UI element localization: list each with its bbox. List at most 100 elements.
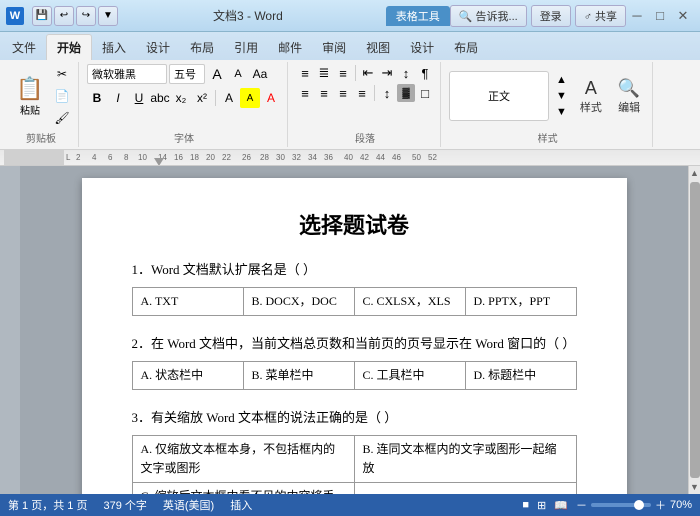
view-normal-button[interactable]: ■ (522, 499, 529, 511)
ruler-num: 6 (108, 153, 112, 162)
status-bar: 第 1 页，共 1 页 379 个字 英语(美国) 插入 ■ ⊞ 📖 － ＋ 7… (0, 494, 700, 516)
vertical-scrollbar[interactable]: ▲ ▼ (688, 166, 700, 494)
styles-pane-button[interactable]: A 样式 (574, 71, 608, 121)
show-marks-button[interactable]: ¶ (416, 64, 434, 82)
tab-layout2[interactable]: 布局 (444, 35, 488, 60)
scroll-thumb[interactable] (690, 182, 700, 478)
ruler-left-margin (4, 150, 64, 165)
font-name-row: 微软雅黑 五号 A A Aa (87, 64, 281, 84)
tab-home[interactable]: 开始 (46, 34, 92, 60)
undo-button[interactable]: ↩ (54, 6, 74, 26)
justify-button[interactable]: ≡ (353, 84, 371, 102)
font-name-input[interactable]: 微软雅黑 (87, 64, 167, 84)
view-web-button[interactable]: ⊞ (537, 499, 546, 512)
zoom-level[interactable]: 70% (670, 499, 692, 511)
bullets-button[interactable]: ≡ (296, 64, 314, 82)
tab-design2[interactable]: 设计 (400, 35, 444, 60)
strikethrough-button[interactable]: abc (150, 88, 170, 108)
decrease-indent-button[interactable]: ⇤ (359, 64, 377, 82)
sort-button[interactable]: ↕ (397, 64, 415, 82)
highlight-button[interactable]: A (240, 88, 260, 108)
save-button[interactable]: 💾 (32, 6, 52, 26)
table-row: C. 缩放后文本框中看不见的内容将丢失 D. 当文本框为固定时将一起缩放 (132, 483, 576, 494)
para-row-2: ≡ ≡ ≡ ≡ ↕ ▓ □ (296, 84, 434, 102)
paste-button[interactable]: 📋 粘贴 (10, 70, 50, 122)
numbering-button[interactable]: ≣ (315, 64, 333, 82)
multilevel-button[interactable]: ≡ (334, 64, 352, 82)
q1-options-table: A. TXT B. DOCX，DOC C. CXLSX，XLS D. PPTX，… (132, 287, 577, 316)
font-grow-button[interactable]: A (207, 64, 227, 84)
paragraph-group: ≡ ≣ ≡ ⇤ ⇥ ↕ ¶ ≡ ≡ ≡ ≡ ↕ ▓ □ (290, 62, 441, 147)
tab-insert[interactable]: 插入 (92, 35, 136, 60)
left-scroll-area (0, 166, 20, 494)
font-size-input[interactable]: 五号 (169, 64, 205, 84)
subscript-button[interactable]: x₂ (171, 88, 191, 108)
share-button[interactable]: ♂ 共享 (575, 5, 626, 27)
tab-mailings[interactable]: 邮件 (268, 35, 312, 60)
tab-references[interactable]: 引用 (224, 35, 268, 60)
copy-button[interactable]: 📄 (52, 86, 72, 106)
zoom-in-button[interactable]: ＋ (655, 497, 666, 513)
view-read-button[interactable]: 📖 (554, 499, 568, 512)
table-row: A. TXT B. DOCX，DOC C. CXLSX，XLS D. PPTX，… (132, 287, 576, 315)
line-spacing-button[interactable]: ↕ (378, 84, 396, 102)
zoom-out-button[interactable]: － (576, 497, 587, 513)
customize-button[interactable]: ▼ (98, 6, 118, 26)
scroll-down-button[interactable]: ▼ (689, 480, 700, 494)
clear-format-button[interactable]: Aa (250, 64, 270, 84)
close-button[interactable]: ✕ (672, 7, 694, 25)
styles-label-bottom: 样式 (538, 128, 558, 145)
underline-button[interactable]: U (129, 88, 149, 108)
styles-down-button[interactable]: ▼ (553, 89, 570, 103)
ruler-num: 32 (292, 153, 301, 162)
bold-button[interactable]: B (87, 88, 107, 108)
align-center-button[interactable]: ≡ (315, 84, 333, 102)
cut-button[interactable]: ✂ (52, 64, 72, 84)
insert-mode[interactable]: 插入 (230, 497, 252, 513)
styles-group: 正文 ▲ ▼ ▼ A 样式 🔍 编辑 样式 (443, 62, 653, 147)
q1-option-c: C. CXLSX，XLS (354, 287, 465, 315)
text-effect-button[interactable]: A (219, 88, 239, 108)
login-button[interactable]: 登录 (531, 5, 571, 27)
table-tools-tab[interactable]: 表格工具 (386, 6, 450, 26)
para-row-1: ≡ ≣ ≡ ⇤ ⇥ ↕ ¶ (296, 64, 434, 82)
editing-button[interactable]: 🔍 编辑 (612, 71, 646, 121)
format-painter-button[interactable]: 🖌 (52, 108, 72, 128)
zoom-slider[interactable] (591, 503, 651, 507)
align-right-button[interactable]: ≡ (334, 84, 352, 102)
tab-review[interactable]: 审阅 (312, 35, 356, 60)
page-container[interactable]: 选择题试卷 1．Word 文档默认扩展名是（ ） A. TXT B. DOCX，… (20, 166, 688, 494)
styles-more-button[interactable]: ▼ (553, 105, 570, 119)
ruler-indent-marker[interactable] (154, 158, 164, 166)
search-button[interactable]: 🔍 告诉我... (450, 5, 527, 27)
tab-view[interactable]: 视图 (356, 35, 400, 60)
scroll-up-button[interactable]: ▲ (689, 166, 700, 180)
q2-option-d: D. 标题栏中 (465, 361, 576, 389)
zoom-thumb[interactable] (634, 500, 644, 510)
font-shrink-button[interactable]: A (228, 64, 248, 84)
minimize-button[interactable]: ─ (626, 7, 648, 25)
font-color-button[interactable]: A (261, 88, 281, 108)
shading-button[interactable]: ▓ (397, 84, 415, 102)
restore-button[interactable]: □ (649, 7, 671, 25)
styles-up-button[interactable]: ▲ (553, 73, 570, 87)
tab-file[interactable]: 文件 (2, 35, 46, 60)
zoom-controls[interactable]: － ＋ 70% (576, 497, 692, 513)
tab-layout[interactable]: 布局 (180, 35, 224, 60)
italic-button[interactable]: I (108, 88, 128, 108)
align-left-button[interactable]: ≡ (296, 84, 314, 102)
ribbon-content: 📋 粘贴 ✂ 📄 🖌 剪贴板 微软雅黑 五号 A A (0, 60, 700, 149)
increase-indent-button[interactable]: ⇥ (378, 64, 396, 82)
ruler-num: 18 (190, 153, 199, 162)
ruler-num: 40 (344, 153, 353, 162)
ruler-num: 22 (222, 153, 231, 162)
redo-button[interactable]: ↪ (76, 6, 96, 26)
tab-design[interactable]: 设计 (136, 35, 180, 60)
q2-option-a: A. 状态栏中 (132, 361, 243, 389)
ruler-num: 4 (92, 153, 96, 162)
ruler-num: 16 (174, 153, 183, 162)
superscript-button[interactable]: x² (192, 88, 212, 108)
ruler-num: 26 (242, 153, 251, 162)
border-button[interactable]: □ (416, 84, 434, 102)
styles-gallery[interactable]: 正文 (449, 71, 549, 121)
